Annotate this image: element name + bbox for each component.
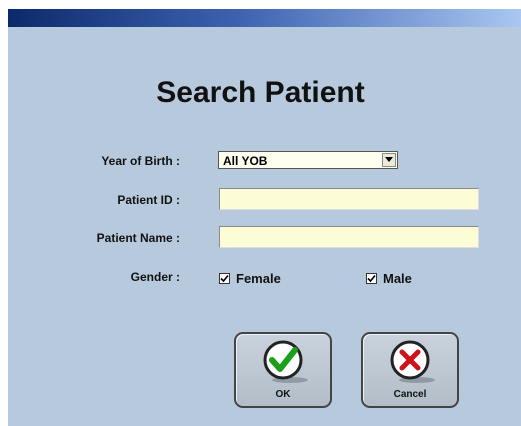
patient-id-input[interactable] [219,188,479,210]
year-of-birth-label: Year of Birth : [101,154,180,168]
checkmark-icon[interactable] [219,273,230,284]
patient-id-label: Patient ID : [117,193,180,207]
patient-name-label: Patient Name : [96,231,180,245]
check-icon [260,340,310,391]
year-of-birth-select[interactable]: All YOB [218,151,398,169]
cancel-button[interactable]: Cancel [361,332,459,408]
ok-button[interactable]: OK [234,332,332,408]
female-checkbox-label: Female [236,271,281,286]
year-of-birth-value: All YOB [223,154,268,168]
checkmark-icon[interactable] [366,273,377,284]
page-title: Search Patient [156,76,365,109]
search-patient-dialog: Search Patient Year of Birth : All YOB P… [8,9,521,426]
gender-label: Gender : [130,270,180,284]
chevron-down-icon[interactable] [382,153,396,167]
cancel-button-label: Cancel [393,389,427,400]
ok-button-label: OK [275,389,291,400]
x-icon [387,340,437,391]
male-checkbox-label: Male [383,271,412,286]
title-bar[interactable] [8,9,521,27]
female-checkbox[interactable]: Female [219,271,281,286]
patient-name-input[interactable] [219,226,479,248]
male-checkbox[interactable]: Male [366,271,412,286]
